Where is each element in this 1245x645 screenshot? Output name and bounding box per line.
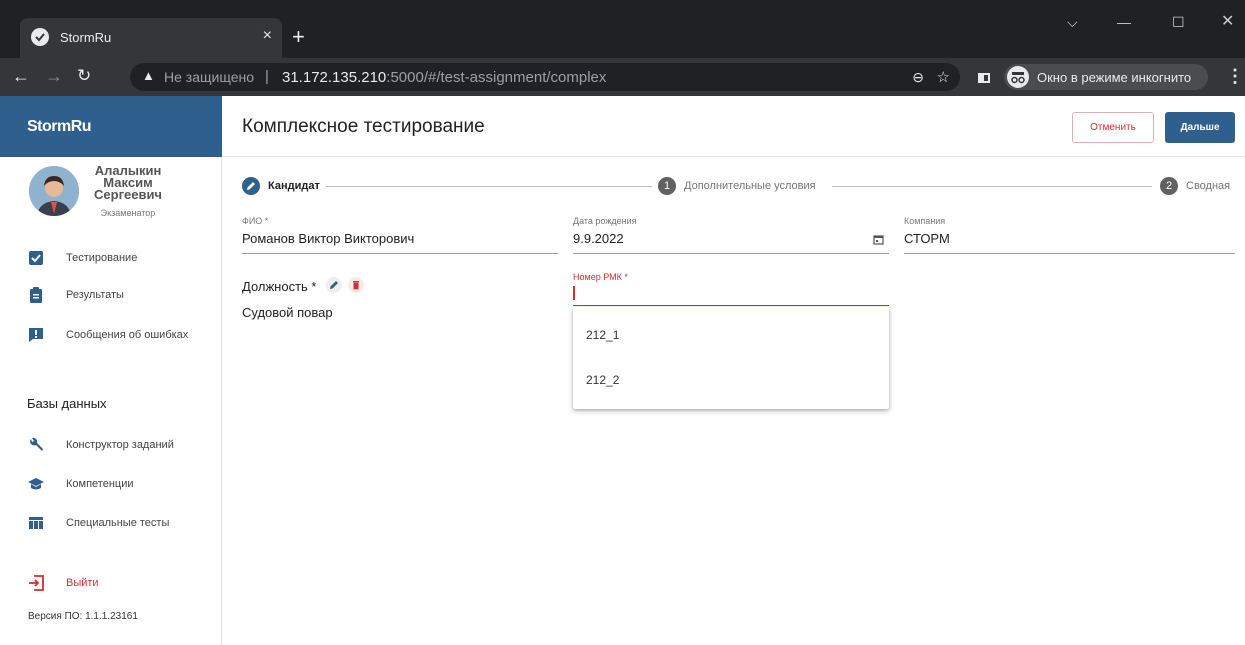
reload-icon[interactable]: ↻ (77, 66, 91, 86)
separator: | (265, 68, 269, 85)
dob-underline (573, 253, 889, 254)
graduation-cap-icon (28, 478, 44, 490)
feedback-icon (29, 328, 43, 342)
position-value: Судовой повар (242, 305, 333, 320)
new-tab-button[interactable]: + (292, 26, 305, 48)
main-content: Комплексное тестирование Отменить Дальше… (222, 96, 1245, 645)
fio-label: ФИО * (242, 216, 269, 226)
tab-title: StormRu (60, 30, 112, 45)
logout-icon (29, 575, 44, 591)
page-header: Комплексное тестирование Отменить Дальше (222, 96, 1245, 157)
favicon-check-icon (31, 28, 49, 46)
tab-search-icon[interactable]: ⌵ (1067, 14, 1078, 30)
warning-icon[interactable]: ▲ (142, 68, 155, 83)
browser-tab[interactable]: StormRu × (20, 18, 282, 58)
logout-button[interactable]: Выйти (0, 571, 222, 597)
sidebar-item-label: Специальные тесты (66, 517, 170, 529)
step-connector (832, 186, 1152, 187)
table-icon (29, 517, 43, 529)
delete-position-icon[interactable] (348, 277, 364, 293)
version-label: Версия ПО: 1.1.1.23161 (28, 611, 138, 622)
step-3-marker[interactable]: 2 (1160, 177, 1178, 195)
company-label: Компания (904, 216, 946, 226)
user-name: Алалыкин Максим Сергеевич (94, 163, 162, 202)
option-label: 212_1 (586, 328, 620, 342)
incognito-badge[interactable]: Окно в режиме инкогнито (1004, 64, 1208, 90)
dropdown-option[interactable]: 212_2 (573, 359, 889, 403)
rmk-label: Номер РМК * (573, 272, 628, 282)
step-1-edit-icon[interactable] (242, 177, 260, 195)
browser-menu-icon[interactable]: ⋮ (1226, 66, 1244, 86)
incognito-label: Окно в режиме инкогнито (1037, 70, 1192, 85)
cancel-button[interactable]: Отменить (1072, 112, 1154, 143)
sidebar-item-error-reports[interactable]: Сообщения об ошибках (0, 323, 222, 349)
brand-bar: StormRu (0, 96, 222, 157)
sidebar-item-label: Компетенции (66, 478, 134, 490)
sidebar-item-label: Результаты (66, 289, 124, 301)
fio-input[interactable]: Романов Виктор Викторович (242, 231, 414, 246)
zoom-icon[interactable]: ⊖ (912, 69, 924, 86)
rmk-options-dropdown: 212_1 212_2 (573, 307, 889, 409)
sidebar-item-task-builder[interactable]: Конструктор заданий (0, 433, 222, 459)
url-text[interactable]: 31.172.135.210:5000/#/test-assignment/co… (282, 69, 606, 86)
sidebar-item-special-tests[interactable]: Специальные тесты (0, 511, 222, 537)
step-connector (326, 186, 652, 187)
incognito-icon (1007, 66, 1029, 88)
minimize-icon[interactable]: — (1117, 14, 1131, 30)
forward-icon[interactable]: → (45, 66, 63, 86)
step-2-label[interactable]: Дополнительные условия (684, 180, 816, 192)
address-bar[interactable]: ▲ Не защищено | 31.172.135.210:5000/#/te… (130, 63, 960, 91)
maximize-icon[interactable]: ☐ (1172, 14, 1185, 30)
section-title-databases: Базы данных (27, 396, 107, 411)
checkbox-icon (29, 251, 43, 265)
bookmark-star-icon[interactable]: ☆ (937, 68, 950, 86)
browser-tabbar: StormRu × + ⌵ — ☐ ✕ (0, 0, 1245, 58)
fio-underline (242, 253, 558, 254)
side-panel-icon[interactable] (978, 73, 990, 83)
logout-label: Выйти (66, 577, 99, 589)
sidebar-item-label: Конструктор заданий (66, 439, 174, 451)
step-3-label[interactable]: Сводная (1186, 180, 1230, 192)
next-button[interactable]: Дальше (1165, 112, 1235, 143)
step-2-marker[interactable]: 1 (658, 177, 676, 195)
option-label: 212_2 (586, 373, 620, 387)
url-path: :5000/#/test-assignment/complex (386, 69, 607, 86)
wrench-icon (30, 437, 43, 451)
app-sidebar: StormRu Алалыкин Максим Сергеевич Экзаме… (0, 96, 222, 645)
rmk-underline (573, 305, 889, 306)
sidebar-item-competencies[interactable]: Компетенции (0, 472, 222, 498)
security-label[interactable]: Не защищено (164, 69, 254, 85)
company-underline (904, 253, 1235, 254)
edit-position-icon[interactable] (326, 277, 342, 293)
sidebar-item-label: Тестирование (66, 252, 138, 264)
rmk-caret (573, 286, 575, 300)
url-host: 31.172.135.210 (282, 69, 387, 86)
tab-close-icon[interactable]: × (263, 27, 272, 45)
page-title: Комплексное тестирование (242, 116, 485, 137)
dropdown-option[interactable]: 212_1 (573, 314, 889, 358)
sidebar-item-testing[interactable]: Тестирование (0, 246, 222, 272)
back-icon[interactable]: ← (12, 66, 30, 86)
position-label: Должность * (242, 279, 317, 294)
step-1-label[interactable]: Кандидат (268, 180, 320, 192)
user-role: Экзаменатор (100, 208, 156, 218)
dob-label: Дата рождения (573, 216, 637, 226)
brand-logo[interactable]: StormRu (27, 118, 92, 136)
company-input[interactable]: СТОРМ (904, 231, 950, 246)
close-window-icon[interactable]: ✕ (1221, 14, 1234, 30)
sidebar-item-label: Сообщения об ошибках (66, 329, 189, 341)
calendar-icon[interactable] (873, 234, 884, 245)
dob-input[interactable]: 9.9.2022 (573, 231, 624, 246)
avatar (29, 166, 79, 216)
sidebar-item-results[interactable]: Результаты (0, 283, 222, 309)
clipboard-icon (30, 287, 42, 303)
